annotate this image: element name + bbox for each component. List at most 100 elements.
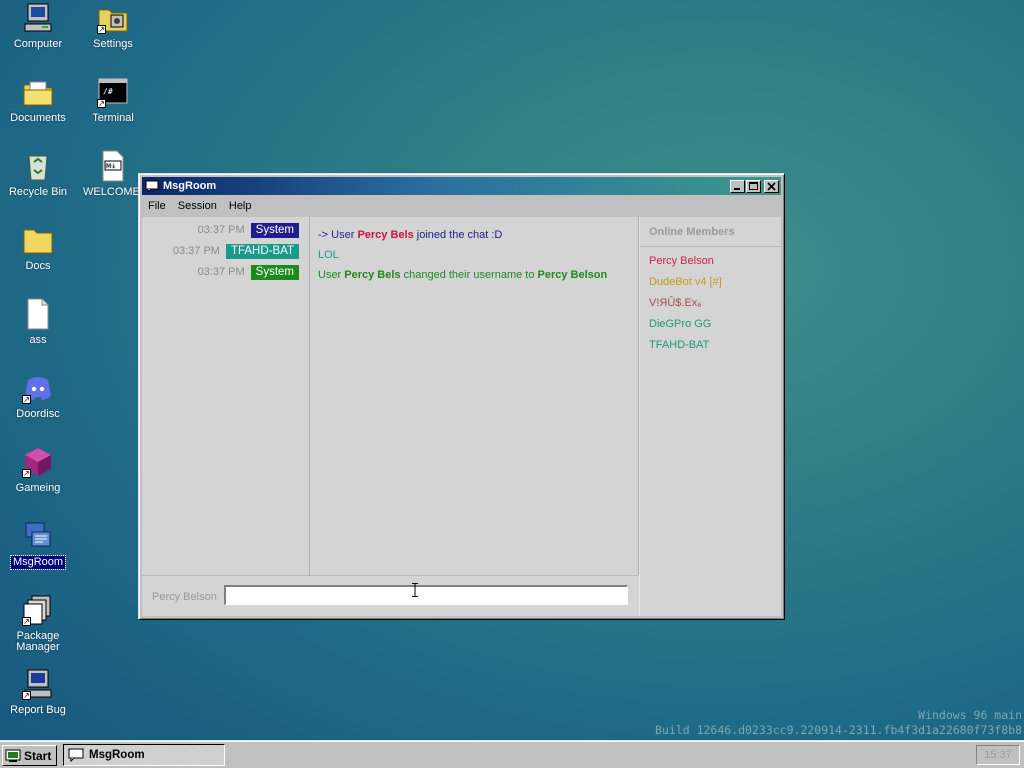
desktop-icon-label: MsgRoom bbox=[9, 555, 67, 570]
username-highlight: Percy Belson bbox=[537, 269, 608, 281]
message-input[interactable] bbox=[224, 585, 628, 605]
desktop-icon-label: Documents bbox=[10, 112, 66, 124]
start-button[interactable]: Start bbox=[2, 745, 57, 766]
menu-bar: File Session Help bbox=[142, 197, 781, 215]
message-part: changed their username to bbox=[400, 269, 538, 281]
desktop-icon-computer[interactable]: Computer bbox=[1, 2, 75, 51]
message-part: User bbox=[318, 269, 345, 281]
discord-icon: ↗ bbox=[22, 372, 54, 404]
game-cube-icon: ↗ bbox=[22, 446, 54, 478]
members-title: Online Members bbox=[640, 217, 781, 247]
desktop-icon-ass[interactable]: ass bbox=[1, 298, 75, 347]
message-time: 03:37 PM bbox=[197, 266, 245, 278]
title-bar[interactable]: MsgRoom bbox=[142, 177, 781, 195]
message-part: -> User bbox=[318, 229, 358, 241]
message-meta-column: 03:37 PM System 03:37 PM TFAHD-BAT 03:37… bbox=[142, 217, 310, 575]
desktop-icon-label: WELCOME. bbox=[83, 186, 143, 198]
package-manager-icon: ↗ bbox=[22, 594, 54, 626]
member-item[interactable]: V!ЯÛ$.Ex₆ bbox=[640, 293, 781, 314]
svg-text:/#: /# bbox=[103, 87, 113, 96]
desktop-icon-package-manager[interactable]: ↗ Package Manager bbox=[1, 594, 75, 654]
desktop-icon-settings[interactable]: ↗ Settings bbox=[76, 2, 150, 51]
shortcut-arrow-icon: ↗ bbox=[22, 469, 31, 478]
desktop-icon-recycle-bin[interactable]: Recycle Bin bbox=[1, 150, 75, 199]
menu-file[interactable]: File bbox=[142, 200, 172, 212]
desktop-icon-documents[interactable]: Documents bbox=[1, 76, 75, 125]
folder-icon bbox=[22, 224, 54, 256]
computer-icon bbox=[22, 2, 54, 34]
desktop-icon-doordisc[interactable]: ↗ Doordisc bbox=[1, 372, 75, 421]
sender-badge[interactable]: System bbox=[250, 264, 299, 280]
username-highlight: Percy Bels bbox=[357, 229, 414, 241]
message-list: -> User Percy Bels joined the chat :D LO… bbox=[310, 217, 639, 575]
message-text: -> User Percy Bels joined the chat :D bbox=[310, 228, 638, 242]
msgroom-window[interactable]: MsgRoom File Session Help 03:37 PM Syste… bbox=[138, 173, 785, 620]
username-highlight: Percy Bels bbox=[344, 269, 401, 281]
menu-session[interactable]: Session bbox=[172, 200, 223, 212]
watermark-line: Windows 96 main bbox=[918, 708, 1022, 722]
window-title: MsgRoom bbox=[163, 180, 217, 192]
desktop-icon-label: Docs bbox=[25, 260, 51, 272]
desktop-icon-label: Doordisc bbox=[16, 408, 60, 420]
shortcut-arrow-icon: ↗ bbox=[97, 99, 106, 108]
composer-username: Percy Belson bbox=[152, 591, 217, 603]
member-item[interactable]: TFAHD-BAT bbox=[640, 335, 781, 356]
desktop-icon-msgroom[interactable]: MsgRoom bbox=[1, 520, 75, 570]
desktop-icon-docs[interactable]: Docs bbox=[1, 224, 75, 273]
start-logo-icon bbox=[5, 749, 21, 762]
desktop-icon-gameing[interactable]: ↗ Gameing bbox=[1, 446, 75, 495]
desktop-icon-terminal[interactable]: /# ↗ Terminal bbox=[76, 76, 150, 125]
recycle-bin-icon bbox=[22, 150, 54, 182]
terminal-icon: /# ↗ bbox=[97, 76, 129, 108]
message-part: joined the chat :D bbox=[413, 229, 503, 241]
message-text: User Percy Bels changed their username t… bbox=[310, 268, 638, 282]
msgroom-icon bbox=[22, 520, 54, 552]
file-icon bbox=[22, 298, 54, 330]
minimize-button[interactable] bbox=[730, 179, 745, 193]
shortcut-arrow-icon: ↗ bbox=[22, 395, 31, 404]
chat-bubble-icon bbox=[68, 748, 84, 762]
markdown-file-icon: M↓ bbox=[97, 150, 129, 182]
message-meta-row: 03:37 PM TFAHD-BAT bbox=[142, 243, 309, 259]
member-item[interactable]: DieGPro GG bbox=[640, 314, 781, 335]
message-text: LOL bbox=[310, 248, 638, 262]
minimize-icon bbox=[734, 187, 740, 190]
text-cursor-icon bbox=[412, 583, 418, 597]
shortcut-arrow-icon: ↗ bbox=[22, 691, 31, 700]
taskbar-item-label: MsgRoom bbox=[89, 749, 145, 761]
desktop-icon-label: Gameing bbox=[15, 482, 61, 494]
member-item[interactable]: DudeBot v4 [#] bbox=[640, 272, 781, 293]
sender-badge[interactable]: System bbox=[250, 222, 299, 238]
online-members-panel: Online Members Percy Belson DudeBot v4 [… bbox=[639, 217, 781, 616]
desktop-icon-label: Settings bbox=[93, 38, 133, 50]
message-meta-row: 03:37 PM System bbox=[142, 222, 309, 238]
maximize-button[interactable] bbox=[746, 179, 761, 193]
settings-folder-icon: ↗ bbox=[97, 2, 129, 34]
desktop-icon-label: Report Bug bbox=[10, 704, 66, 716]
desktop-icon-label: ass bbox=[29, 334, 47, 346]
message-time: 03:37 PM bbox=[197, 224, 245, 236]
svg-text:M↓: M↓ bbox=[106, 163, 116, 170]
shortcut-arrow-icon: ↗ bbox=[22, 617, 31, 626]
member-item[interactable]: Percy Belson bbox=[640, 251, 781, 272]
shortcut-arrow-icon: ↗ bbox=[97, 25, 106, 34]
report-bug-icon: ↗ bbox=[22, 668, 54, 700]
sender-badge[interactable]: TFAHD-BAT bbox=[225, 243, 299, 259]
taskbar: Start MsgRoom 15:37 bbox=[0, 740, 1024, 768]
start-label: Start bbox=[24, 748, 52, 763]
desktop-icon-label: Recycle Bin bbox=[8, 186, 68, 198]
desktop-icon-report-bug[interactable]: ↗ Report Bug bbox=[1, 668, 75, 717]
close-button[interactable] bbox=[764, 179, 779, 193]
menu-help[interactable]: Help bbox=[223, 200, 258, 212]
build-watermark: Windows 96 main Build 12646.d0233cc9.220… bbox=[655, 708, 1022, 738]
chat-bubble-icon bbox=[145, 180, 159, 192]
system-tray-clock[interactable]: 15:37 bbox=[976, 745, 1020, 765]
desktop-icon-label: Terminal bbox=[92, 112, 134, 124]
message-part: LOL bbox=[318, 249, 339, 261]
message-meta-row: 03:37 PM System bbox=[142, 264, 309, 280]
desktop-icon-label: Package Manager bbox=[16, 630, 60, 653]
message-time: 03:37 PM bbox=[172, 245, 220, 257]
watermark-line: Build 12646.d0233cc9.220914-2311.fb4f3d1… bbox=[655, 723, 1022, 737]
chat-client: 03:37 PM System 03:37 PM TFAHD-BAT 03:37… bbox=[142, 217, 781, 616]
taskbar-item-msgroom[interactable]: MsgRoom bbox=[63, 744, 225, 766]
